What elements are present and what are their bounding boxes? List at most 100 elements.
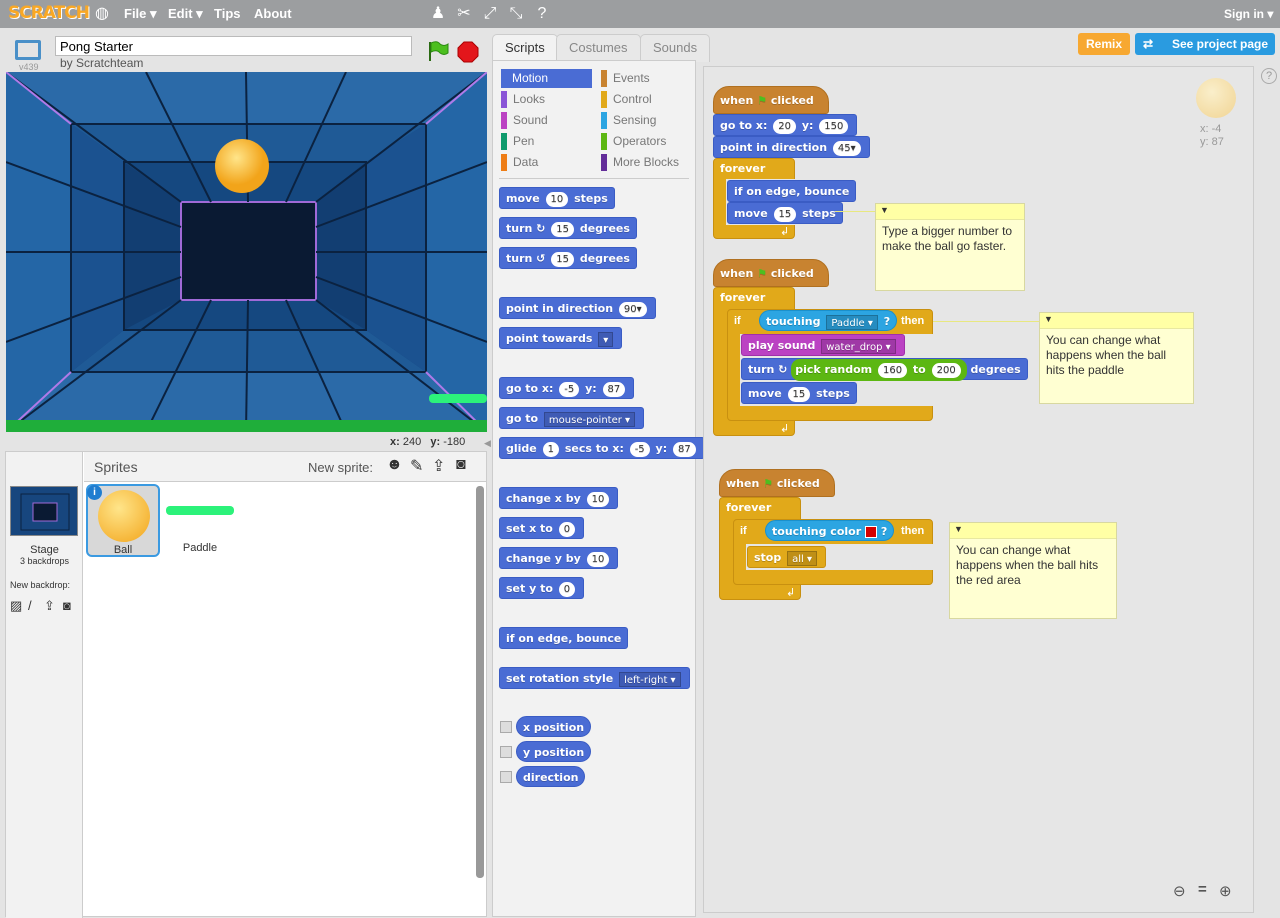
block-set-y[interactable]: set y to 0: [499, 577, 585, 599]
tab-scripts[interactable]: Scripts: [492, 34, 558, 62]
remix-button[interactable]: Remix: [1078, 33, 1130, 55]
block-goto-xy[interactable]: go to x: 20 y: 150: [713, 114, 858, 136]
loop-arrow-icon: ↲: [780, 226, 790, 238]
checkbox-direction[interactable]: [500, 771, 512, 783]
sprite-tile-paddle[interactable]: Paddle: [164, 484, 236, 556]
block-turn-left[interactable]: turn ↺ 15 degrees: [499, 247, 637, 269]
project-title-input[interactable]: [55, 36, 412, 56]
comment-note[interactable]: ▼ You can change what happens when the ba…: [1039, 312, 1194, 404]
category-control[interactable]: Control: [601, 91, 652, 108]
tab-costumes[interactable]: Costumes: [556, 34, 641, 62]
block-point-direction[interactable]: point in direction 45▾: [713, 136, 870, 158]
backdrop-library-icon[interactable]: ▨: [10, 598, 22, 614]
sensing-touching-color[interactable]: touching color ?: [765, 520, 895, 541]
block-move[interactable]: move 15 steps: [741, 382, 857, 404]
camera-backdrop-icon[interactable]: ◙: [63, 598, 71, 613]
fullscreen-icon[interactable]: [15, 40, 41, 60]
stop-icon[interactable]: [457, 41, 479, 63]
category-pen[interactable]: Pen: [501, 133, 534, 150]
category-data[interactable]: Data: [501, 154, 538, 171]
flag-icon: ⚑: [757, 94, 768, 107]
comment-note[interactable]: ▼ You can change what happens when the ba…: [949, 522, 1117, 619]
stage-canvas[interactable]: [6, 72, 487, 432]
block-point-towards[interactable]: point towards ▾: [499, 327, 623, 349]
version-label: v439: [19, 62, 39, 72]
block-move[interactable]: move 10 steps: [499, 187, 615, 209]
stage-coordinates: x: 240 y: -180: [390, 436, 466, 448]
sprite-tile-ball[interactable]: i Ball: [86, 484, 160, 557]
zoom-out-icon[interactable]: ⊖: [1173, 882, 1186, 900]
block-edge-bounce[interactable]: if on edge, bounce: [499, 627, 629, 649]
help-circle-icon[interactable]: ?: [1261, 68, 1277, 84]
globe-icon[interactable]: ◍: [92, 4, 112, 24]
camera-sprite-icon[interactable]: ◙: [456, 456, 466, 474]
color-swatch[interactable]: [864, 526, 877, 538]
block-goto[interactable]: go to mouse-pointer ▾: [499, 407, 645, 429]
zoom-reset-icon[interactable]: =: [1198, 881, 1207, 898]
block-change-x[interactable]: change x by 10: [499, 487, 619, 509]
block-play-sound[interactable]: play sound water_drop ▾: [741, 334, 905, 356]
checkbox-x-position[interactable]: [500, 721, 512, 733]
category-operators[interactable]: Operators: [601, 133, 666, 150]
collapse-arrow-icon[interactable]: ▼: [954, 524, 963, 534]
stage-thumbnail[interactable]: [10, 486, 78, 536]
zoom-in-icon[interactable]: ⊕: [1219, 882, 1232, 900]
checkbox-y-position[interactable]: [500, 746, 512, 758]
reporter-x-position[interactable]: x position: [516, 716, 592, 737]
menu-about[interactable]: About: [254, 0, 292, 28]
menu-tips[interactable]: Tips: [214, 0, 241, 28]
block-glide[interactable]: glide 1 secs to x: -5 y: 87: [499, 437, 705, 459]
sensing-touching-paddle[interactable]: touching Paddle ▾ ?: [759, 310, 898, 331]
category-motion[interactable]: Motion: [501, 69, 592, 88]
category-looks[interactable]: Looks: [501, 91, 545, 108]
palette-scrollbar[interactable]: [477, 486, 484, 878]
category-events[interactable]: Events: [601, 70, 650, 87]
sprite-preview: [1196, 78, 1236, 118]
sprite-library-icon[interactable]: ☻: [386, 456, 403, 474]
green-flag-icon[interactable]: [427, 40, 449, 62]
ball-thumbnail: [98, 490, 150, 542]
block-turn-random[interactable]: turn ↻ pick random 160 to 200 degrees: [741, 358, 1028, 381]
flag-icon: ⚑: [757, 267, 768, 280]
reporter-direction[interactable]: direction: [516, 766, 586, 787]
hat-when-flag-clicked[interactable]: when ⚑ clicked: [713, 259, 829, 287]
category-sound[interactable]: Sound: [501, 112, 548, 129]
block-rotation-style[interactable]: set rotation style left-right ▾: [499, 667, 690, 689]
hat-when-flag-clicked[interactable]: when ⚑ clicked: [713, 86, 829, 114]
collapse-arrow-icon[interactable]: ▼: [1044, 314, 1053, 324]
shrink-icon[interactable]: ⤡: [506, 4, 526, 24]
block-goto-xy[interactable]: go to x: -5 y: 87: [499, 377, 635, 399]
collapse-arrow-icon[interactable]: ▼: [880, 205, 889, 215]
hat-when-flag-clicked[interactable]: when ⚑ clicked: [719, 469, 835, 497]
category-sensing[interactable]: Sensing: [601, 112, 656, 129]
palette-divider: [499, 178, 689, 179]
project-author: by Scratchteam: [60, 56, 144, 70]
cut-icon[interactable]: ✂: [454, 4, 474, 24]
pane-collapse-arrow[interactable]: ◀: [484, 438, 491, 449]
category-more-blocks[interactable]: More Blocks: [601, 154, 679, 171]
upload-backdrop-icon[interactable]: ⇪: [44, 598, 55, 614]
menu-edit[interactable]: Edit ▾: [168, 0, 203, 28]
block-move[interactable]: move 15 steps: [727, 202, 843, 224]
block-point-direction[interactable]: point in direction 90▾: [499, 297, 656, 319]
new-sprite-label: New sprite:: [308, 460, 374, 475]
grow-icon[interactable]: ⤢: [480, 4, 500, 24]
paint-sprite-icon[interactable]: ✎: [410, 456, 423, 476]
sign-in-link[interactable]: Sign in ▾: [1224, 0, 1273, 28]
comment-note[interactable]: ▼ Type a bigger number to make the ball g…: [875, 203, 1025, 291]
scratch-logo[interactable]: SCRATCH: [8, 3, 90, 25]
upload-sprite-icon[interactable]: ⇪: [432, 456, 445, 476]
block-change-y[interactable]: change y by 10: [499, 547, 619, 569]
menu-file[interactable]: File ▾: [124, 0, 157, 28]
tab-sounds[interactable]: Sounds: [640, 34, 711, 62]
help-icon[interactable]: ?: [532, 4, 552, 24]
duplicate-icon[interactable]: ♟: [428, 4, 448, 24]
see-project-page-button[interactable]: ⇄ See project page: [1135, 33, 1275, 55]
block-turn-right[interactable]: turn ↻ 15 degrees: [499, 217, 637, 239]
paint-backdrop-icon[interactable]: /: [28, 598, 32, 613]
info-icon[interactable]: i: [87, 485, 102, 500]
reporter-y-position[interactable]: y position: [516, 741, 592, 762]
block-edge-bounce[interactable]: if on edge, bounce: [727, 180, 857, 202]
block-set-x[interactable]: set x to 0: [499, 517, 585, 539]
block-stop[interactable]: stop all ▾: [747, 546, 826, 568]
